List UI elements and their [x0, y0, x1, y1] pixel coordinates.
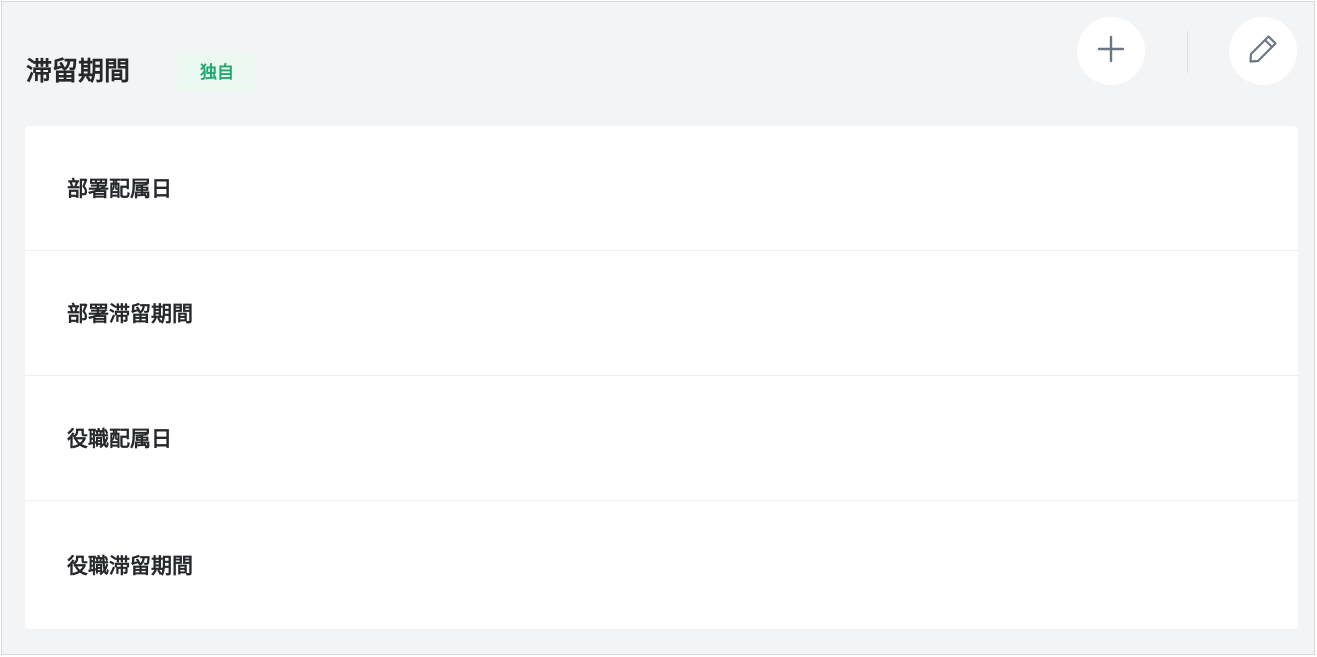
duration-panel: 滞留期間 独自 部署配属日 部署滞留期間 役職配属日 役職滞留期間 — [1, 1, 1315, 655]
panel-header: 滞留期間 独自 — [2, 2, 1314, 126]
edit-button[interactable] — [1229, 17, 1297, 85]
page-title: 滞留期間 — [26, 57, 131, 87]
field-list: 部署配属日 部署滞留期間 役職配属日 役職滞留期間 — [25, 126, 1298, 629]
list-item-label: 役職滞留期間 — [67, 554, 193, 578]
list-item-label: 部署配属日 — [67, 177, 172, 201]
list-item-label: 部署滞留期間 — [67, 302, 193, 326]
plus-icon — [1096, 34, 1126, 68]
list-item[interactable]: 部署配属日 — [25, 126, 1298, 251]
header-divider — [1187, 31, 1188, 73]
pencil-icon — [1246, 32, 1280, 70]
list-item[interactable]: 役職配属日 — [25, 376, 1298, 501]
custom-badge: 独自 — [178, 54, 256, 92]
list-item[interactable]: 部署滞留期間 — [25, 251, 1298, 376]
list-item-label: 役職配属日 — [67, 427, 172, 451]
add-button[interactable] — [1077, 17, 1145, 85]
list-item[interactable]: 役職滞留期間 — [25, 501, 1298, 629]
